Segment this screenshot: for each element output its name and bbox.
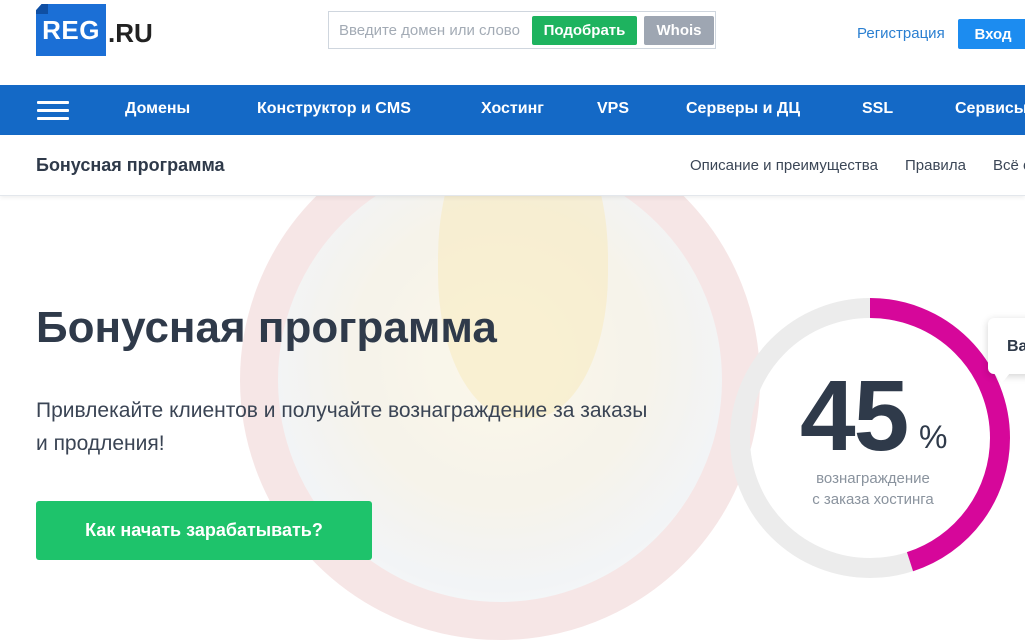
reward-gauge: 45 % вознаграждение с заказа хостинга [722, 290, 1018, 586]
tooltip-text: Ва [1007, 338, 1025, 355]
section-title: Бонусная программа [36, 155, 225, 175]
register-link[interactable]: Регистрация [857, 25, 945, 42]
nav-item-vps[interactable]: VPS [597, 100, 629, 118]
top-header: REG .RU Подобрать Whois Регистрация Вход [0, 0, 1025, 85]
nav-item-services[interactable]: Сервисы [955, 100, 1025, 118]
subnav-link-rules[interactable]: Правила [905, 157, 966, 174]
domain-search-input[interactable] [329, 12, 539, 48]
how-to-earn-button[interactable]: Как начать зарабатывать? [36, 501, 372, 560]
hero-description: Привлекайте клиентов и получайте вознагр… [36, 399, 648, 455]
main-nav: Домены Конструктор и CMS Хостинг VPS Сер… [0, 85, 1025, 135]
domain-search: Подобрать Whois [328, 11, 716, 49]
nav-item-constructor-cms[interactable]: Конструктор и CMS [257, 100, 411, 118]
logo-suffix: .RU [108, 18, 153, 48]
subnav-link-all-about[interactable]: Всё о [993, 157, 1025, 174]
info-tooltip: Ва [988, 318, 1025, 383]
section-subnav: Бонусная программа Описание и преимущест… [0, 135, 1025, 196]
gauge-value: 45 [800, 360, 909, 472]
logo[interactable]: REG .RU [36, 4, 153, 56]
nav-item-ssl[interactable]: SSL [862, 100, 893, 118]
page-title: Бонусная программа [36, 303, 497, 352]
whois-button[interactable]: Whois [644, 16, 714, 45]
nav-item-domains[interactable]: Домены [125, 100, 190, 118]
hamburger-icon[interactable] [37, 99, 69, 121]
nav-item-servers[interactable]: Серверы и ДЦ [686, 100, 800, 118]
login-button[interactable]: Вход [958, 19, 1025, 49]
nav-item-hosting[interactable]: Хостинг [481, 100, 544, 118]
gauge-percent-sign: % [919, 419, 948, 455]
mascot-watermark [240, 98, 760, 640]
gauge-caption-line1: вознаграждение [816, 470, 930, 487]
subnav-link-description[interactable]: Описание и преимущества [690, 157, 878, 174]
gauge-caption: вознаграждение с заказа хостинга [780, 468, 966, 510]
logo-mark: REG [36, 4, 106, 56]
gauge-caption-line2: с заказа хостинга [812, 491, 934, 508]
pick-domain-button[interactable]: Подобрать [532, 16, 637, 45]
